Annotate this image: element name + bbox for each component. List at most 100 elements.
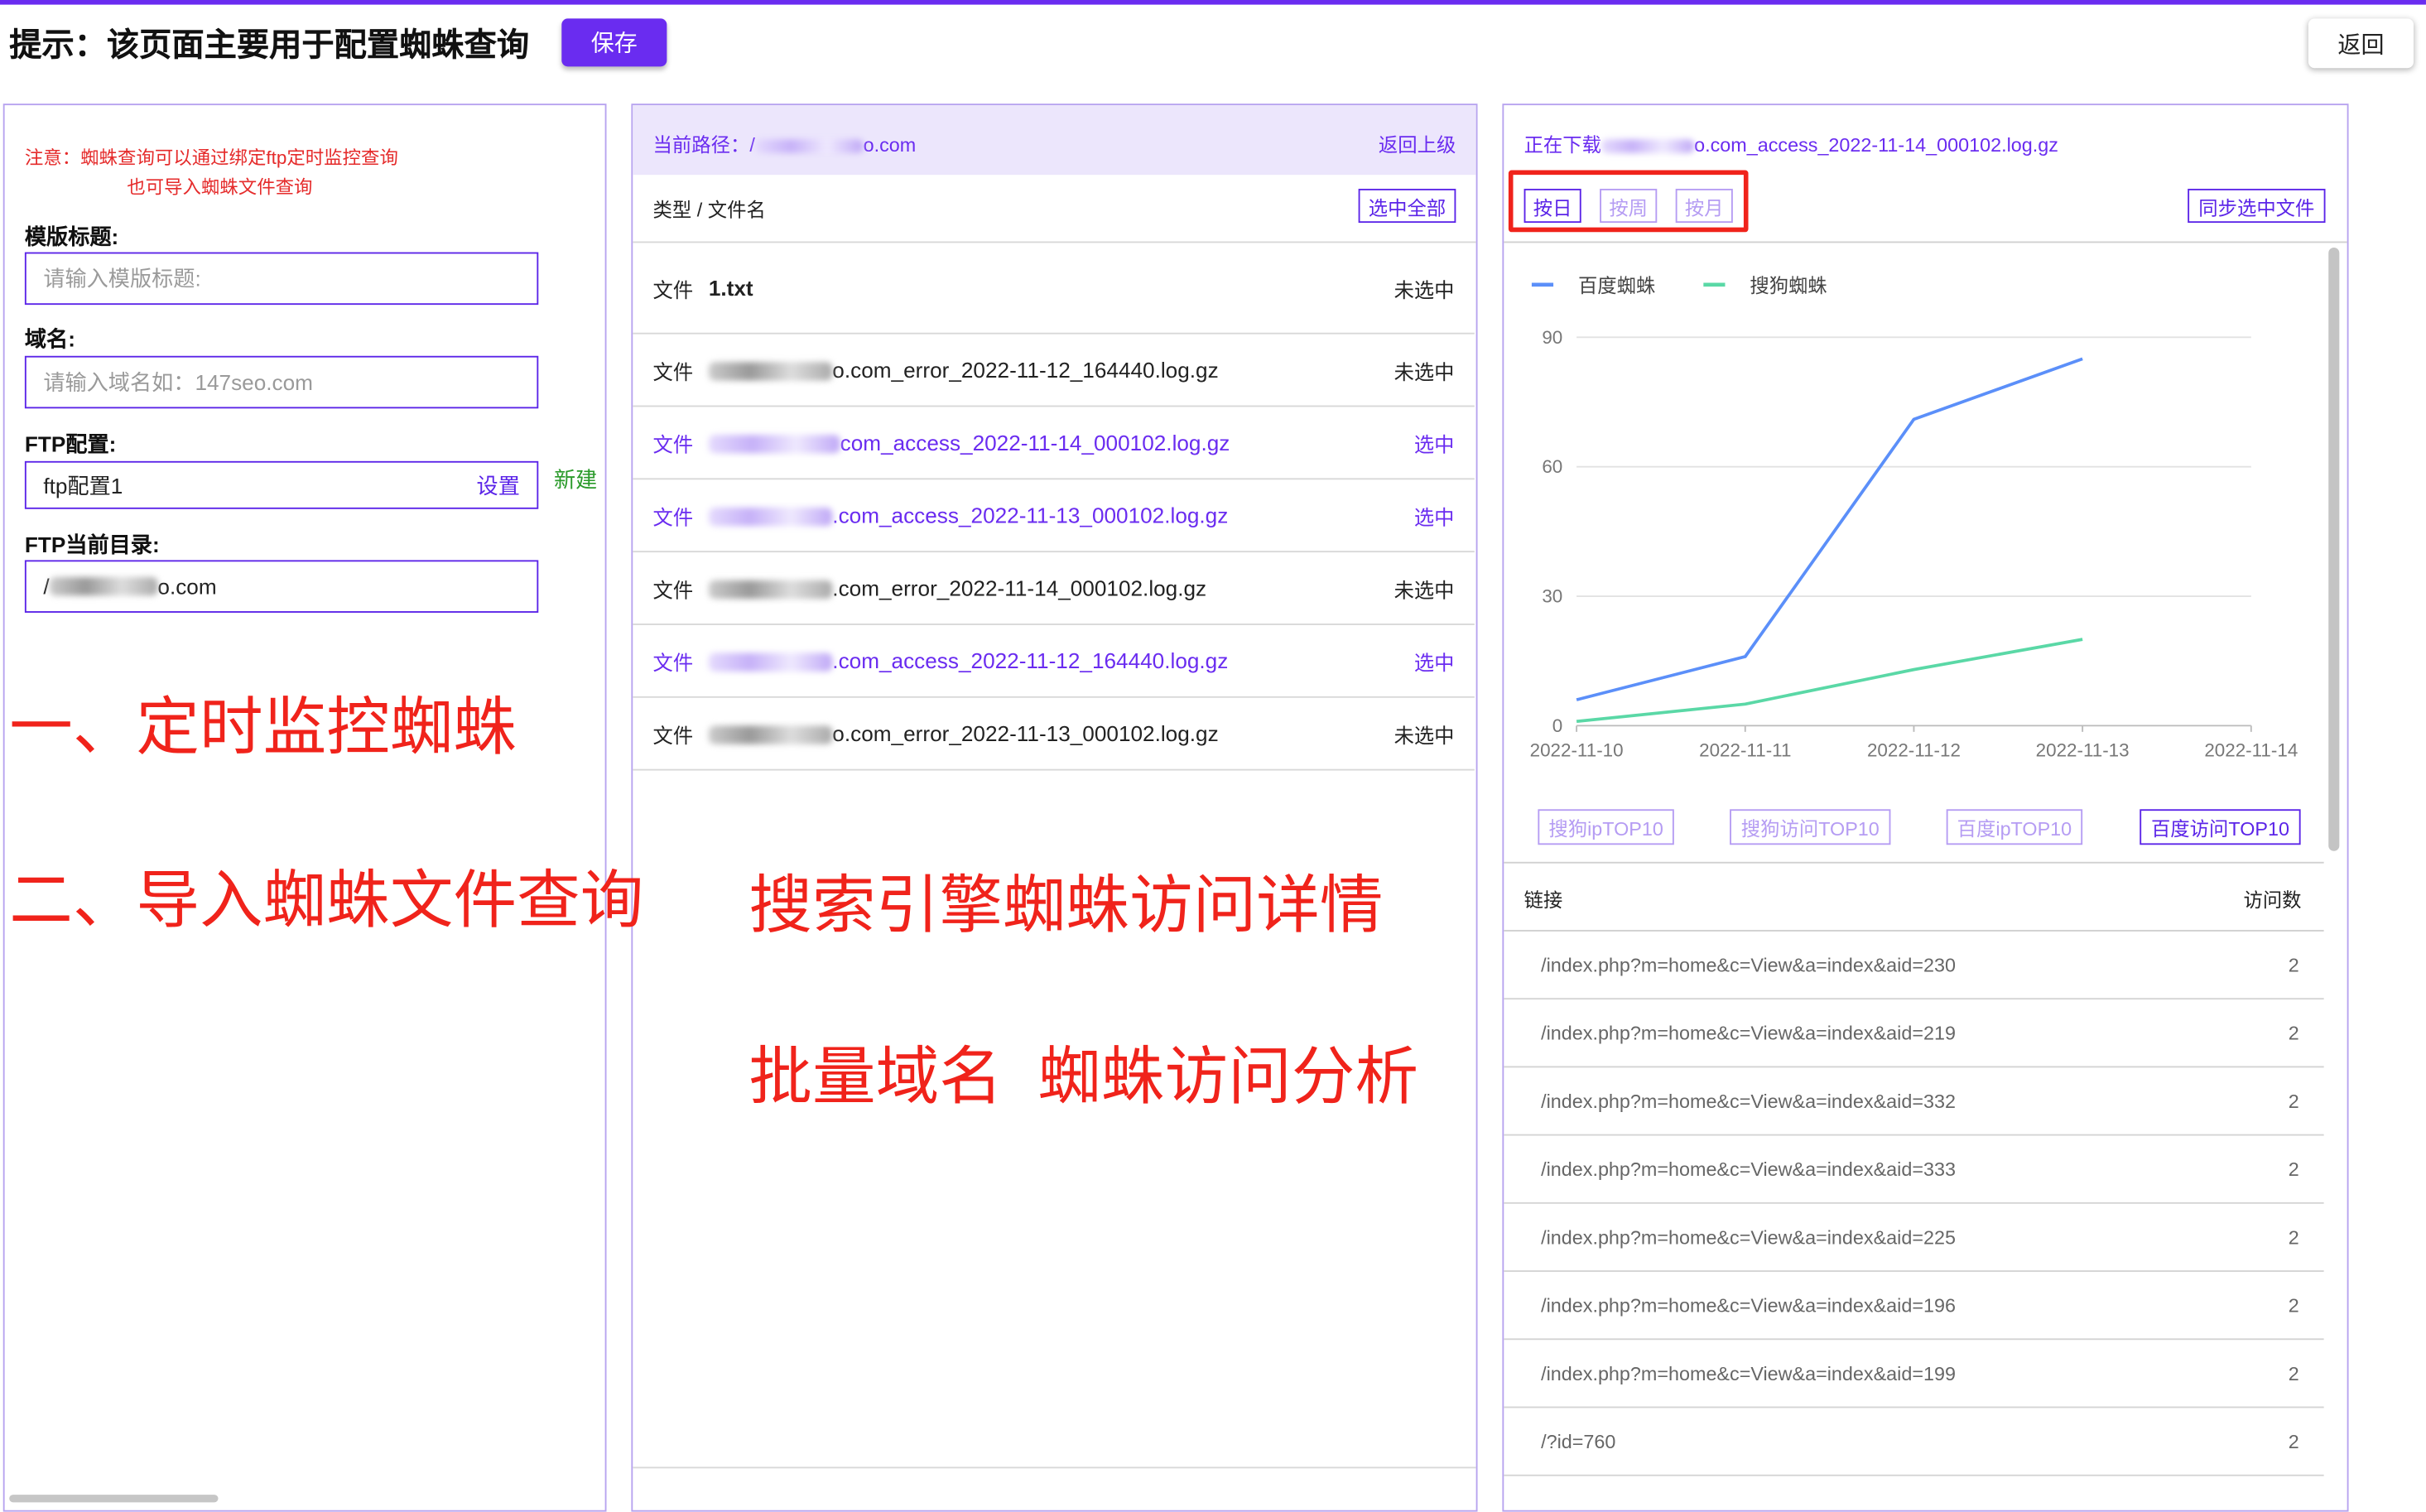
tab-baidu-visit-top10[interactable]: 百度访问TOP10 (2140, 809, 2300, 845)
legend-label: 搜狗蜘蛛 (1750, 275, 1827, 296)
link-cell[interactable]: /index.php?m=home&c=View&a=index&aid=225 (1541, 1226, 2289, 1248)
link-cell[interactable]: /index.php?m=home&c=View&a=index&aid=219 (1541, 1022, 2289, 1043)
file-name: .com_access_2022-11-13_000102.log.gz (832, 503, 1228, 527)
file-name-cell: .com_access_2022-11-13_000102.log.gz (709, 503, 1414, 527)
period-week-button[interactable]: 按周 (1600, 189, 1657, 223)
link-column-header: 链接 (1524, 884, 1563, 913)
link-cell[interactable]: /?id=760 (1541, 1431, 2289, 1452)
count-cell: 2 (2289, 1158, 2299, 1180)
table-row: /index.php?m=home&c=View&a=index&aid=333… (1504, 1136, 2323, 1204)
path-header: 当前路径：/o.com 返回上级 (633, 105, 1475, 175)
file-name: com_access_2022-11-14_000102.log.gz (840, 430, 1230, 455)
ftp-config-value: ftp配置1 (43, 469, 476, 500)
ftp-dir-prefix: / (43, 574, 49, 599)
count-cell: 2 (2289, 1090, 2299, 1111)
table-row: /index.php?m=home&c=View&a=index&aid=196… (1504, 1272, 2323, 1340)
file-type: 文件 (653, 573, 709, 603)
link-cell[interactable]: /index.php?m=home&c=View&a=index&aid=230 (1541, 954, 2289, 975)
horizontal-scrollbar[interactable] (9, 1495, 218, 1502)
file-select-status[interactable]: 未选中 (1394, 273, 1455, 303)
annotation-engine-details: 搜索引擎蜘蛛访问详情 (748, 853, 1383, 946)
file-select-status[interactable]: 选中 (1414, 500, 1455, 530)
redacted-blur (755, 140, 864, 154)
file-select-status[interactable]: 选中 (1414, 428, 1455, 458)
period-day-button[interactable]: 按日 (1524, 189, 1581, 223)
x-tick-label: 2022-11-13 (2036, 740, 2130, 761)
back-up-link[interactable]: 返回上级 (1379, 128, 1456, 158)
file-row[interactable]: 文件 com_access_2022-11-14_000102.log.gz 选… (633, 407, 1475, 479)
template-title-input[interactable]: 请输入模版标题: (25, 253, 538, 306)
divider (633, 1466, 1475, 1468)
link-cell[interactable]: /index.php?m=home&c=View&a=index&aid=332 (1541, 1090, 2289, 1111)
ftp-config-select[interactable]: ftp配置1 设置 (25, 461, 538, 509)
file-type: 文件 (653, 646, 709, 676)
file-select-status[interactable]: 未选中 (1394, 719, 1455, 749)
x-tick-label: 2022-11-10 (1530, 740, 1624, 761)
sync-selected-button[interactable]: 同步选中文件 (2188, 189, 2325, 223)
downloading-status: 正在下载o.com_access_2022-11-14_000102.log.g… (1524, 128, 2058, 158)
divider (1504, 862, 2323, 864)
ftp-config-label: FTP配置: (25, 429, 116, 460)
redacted-blur (50, 577, 158, 595)
downloading-file: o.com_access_2022-11-14_000102.log.gz (1694, 135, 2058, 156)
file-row[interactable]: 文件 o.com_error_2022-11-13_000102.log.gz … (633, 698, 1475, 771)
file-select-status[interactable]: 未选中 (1394, 355, 1455, 385)
link-cell[interactable]: /index.php?m=home&c=View&a=index&aid=333 (1541, 1158, 2289, 1180)
file-name-cell: .com_access_2022-11-12_164440.log.gz (709, 648, 1414, 673)
ftp-dir-label: FTP当前目录: (25, 529, 160, 560)
ftp-dir-input[interactable]: / o.com (25, 560, 538, 613)
tab-sogou-visit-top10[interactable]: 搜狗访问TOP10 (1730, 809, 1890, 845)
file-column-header: 类型 / 文件名 (653, 194, 766, 224)
vertical-scrollbar[interactable] (2328, 248, 2339, 851)
link-cell[interactable]: /index.php?m=home&c=View&a=index&aid=199 (1541, 1362, 2289, 1384)
file-row[interactable]: 文件 .com_error_2022-11-14_000102.log.gz 未… (633, 552, 1475, 625)
file-name-cell: o.com_error_2022-11-12_164440.log.gz (709, 358, 1394, 383)
save-button[interactable]: 保存 (561, 18, 667, 66)
annotation-import-files: 二、导入蜘蛛文件查询 (9, 848, 643, 941)
table-row: /index.php?m=home&c=View&a=index&aid=219… (1504, 999, 2323, 1067)
file-type: 文件 (653, 355, 709, 385)
x-tick-label: 2022-11-11 (1699, 740, 1791, 761)
y-tick-label: 30 (1542, 586, 1562, 607)
count-cell: 2 (2289, 1431, 2299, 1452)
redacted-blur (709, 580, 832, 599)
file-row[interactable]: 文件 1.txt 未选中 (633, 243, 1475, 334)
divider (1504, 242, 2347, 243)
count-cell: 2 (2289, 1022, 2299, 1043)
file-name: o.com_error_2022-11-12_164440.log.gz (832, 358, 1218, 383)
redacted-blur (1601, 140, 1694, 154)
redacted-blur (709, 436, 840, 454)
link-cell[interactable]: /index.php?m=home&c=View&a=index&aid=196 (1541, 1294, 2289, 1316)
back-button[interactable]: 返回 (2308, 18, 2414, 68)
table-row: /index.php?m=home&c=View&a=index&aid=230… (1504, 932, 2323, 999)
domain-input[interactable]: 请输入域名如：147seo.com (25, 356, 538, 409)
file-name: .com_error_2022-11-14_000102.log.gz (832, 575, 1206, 600)
count-cell: 2 (2289, 954, 2299, 975)
file-row[interactable]: 文件 .com_access_2022-11-13_000102.log.gz … (633, 479, 1475, 552)
select-all-button[interactable]: 选中全部 (1359, 189, 1456, 223)
tab-sogou-ip-top10[interactable]: 搜狗ipTOP10 (1538, 809, 1673, 845)
file-select-status[interactable]: 选中 (1414, 646, 1455, 676)
file-type: 文件 (653, 719, 709, 749)
file-name: 1.txt (709, 276, 753, 301)
tab-baidu-ip-top10[interactable]: 百度ipTOP10 (1947, 809, 2082, 845)
domain-label: 域名: (25, 324, 75, 354)
file-row[interactable]: 文件 o.com_error_2022-11-12_164440.log.gz … (633, 335, 1475, 407)
ftp-settings-link[interactable]: 设置 (477, 469, 520, 500)
file-select-status[interactable]: 未选中 (1394, 573, 1455, 603)
redacted-blur (709, 726, 832, 744)
current-path: 当前路径：/o.com (653, 128, 917, 158)
series-line-baidu (1576, 359, 2082, 700)
y-tick-label: 0 (1552, 715, 1562, 736)
file-type: 文件 (653, 428, 709, 458)
period-month-button[interactable]: 按月 (1676, 189, 1733, 223)
count-column-header: 访问数 (2243, 884, 2301, 913)
analysis-panel: 正在下载o.com_access_2022-11-14_000102.log.g… (1502, 104, 2348, 1511)
ftp-new-link[interactable]: 新建 (554, 465, 597, 495)
path-suffix: o.com (864, 135, 917, 156)
y-tick-label: 90 (1542, 327, 1562, 348)
ftp-dir-suffix: o.com (157, 574, 216, 599)
file-type: 文件 (653, 273, 709, 303)
file-row[interactable]: 文件 .com_access_2022-11-12_164440.log.gz … (633, 625, 1475, 698)
note-line-1: 注意：蜘蛛查询可以通过绑定ftp定时监控查询 (25, 144, 398, 171)
